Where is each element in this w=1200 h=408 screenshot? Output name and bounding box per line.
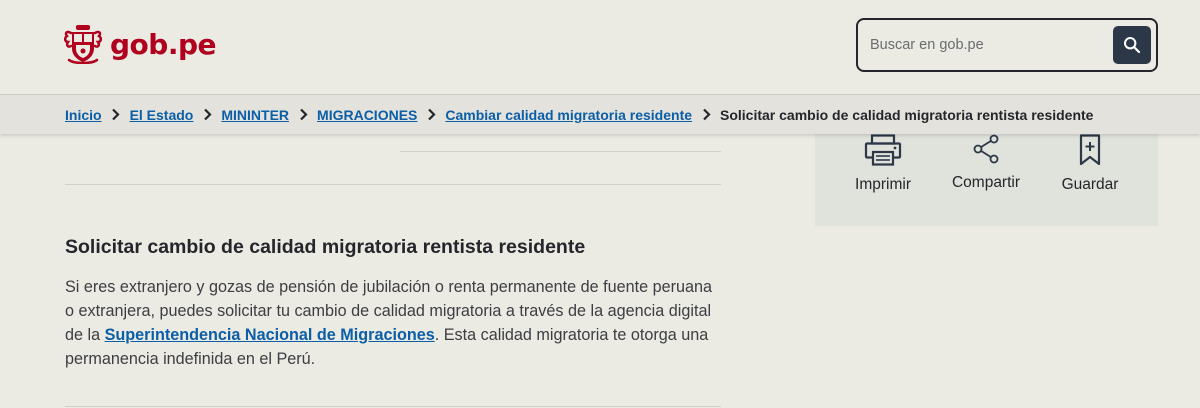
printer-icon	[864, 134, 902, 166]
migraciones-link[interactable]: Superintendencia Nacional de Migraciones	[105, 326, 435, 344]
section-title: Solicitar cambio de calidad migratoria r…	[65, 236, 586, 258]
share-label: Compartir	[951, 174, 1021, 191]
breadcrumb-el-estado[interactable]: El Estado	[130, 107, 194, 123]
chevron-right-icon	[102, 108, 130, 122]
breadcrumb-migraciones[interactable]: MIGRACIONES	[317, 107, 417, 123]
search-box	[856, 18, 1158, 72]
print-label: Imprimir	[855, 176, 911, 193]
breadcrumb-current: Solicitar cambio de calidad migratoria r…	[720, 106, 1094, 123]
breadcrumb-bar: Inicio El Estado MININTER MIGRACIONES Ca…	[0, 94, 1200, 134]
breadcrumb-cambiar-calidad[interactable]: Cambiar calidad migratoria residente	[445, 107, 692, 123]
logo-text: gob.pe	[110, 27, 217, 61]
breadcrumb-inicio[interactable]: Inicio	[65, 107, 102, 123]
site-header: gob.pe	[0, 0, 1200, 94]
intro-paragraph: Si eres extranjero y gozas de pensión de…	[65, 275, 725, 371]
breadcrumb: Inicio El Estado MININTER MIGRACIONES Ca…	[65, 95, 1093, 134]
chevron-right-icon	[193, 108, 221, 122]
divider	[65, 184, 721, 185]
gob-pe-logo[interactable]: gob.pe	[64, 24, 217, 64]
share-icon	[973, 134, 999, 164]
divider	[65, 406, 721, 407]
chevron-right-icon	[289, 108, 317, 122]
chevron-right-icon	[692, 108, 720, 122]
bookmark-add-icon	[1079, 134, 1101, 166]
save-label: Guardar	[1061, 176, 1119, 193]
print-button[interactable]: Imprimir	[828, 134, 938, 194]
search-icon	[1124, 37, 1141, 54]
divider	[400, 151, 721, 152]
search-input[interactable]	[870, 32, 1100, 58]
peru-shield-icon	[64, 25, 102, 64]
chevron-right-icon	[417, 108, 445, 122]
save-button[interactable]: Guardar	[1035, 134, 1145, 194]
breadcrumb-mininter[interactable]: MININTER	[221, 107, 289, 123]
share-button[interactable]: Compartir	[931, 134, 1041, 192]
search-button[interactable]	[1113, 26, 1151, 64]
